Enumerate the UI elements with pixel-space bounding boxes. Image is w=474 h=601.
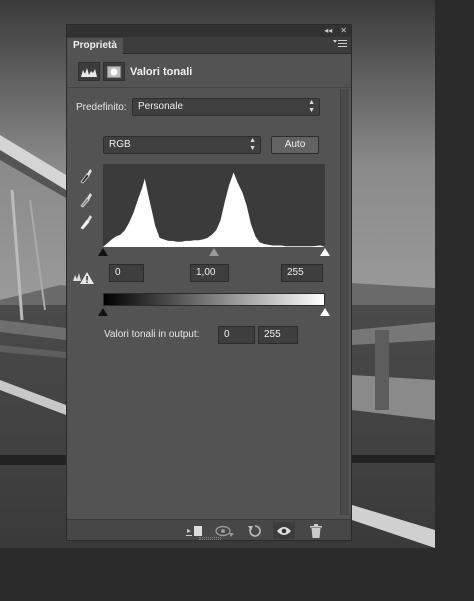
histogram-series [103,172,325,247]
output-label: Valori tonali in output: [104,329,200,340]
preset-value: Personale [138,101,184,112]
reset-icon[interactable] [244,522,266,539]
levels-adjustment-icon[interactable] [78,62,100,81]
close-icon[interactable]: ✕ [340,25,347,37]
output-white-field[interactable]: 255 [258,326,298,344]
adjustment-header: Valori tonali [67,55,351,88]
properties-panel: ◂◂ ✕ Proprietà Valori tonali Predefinito… [66,24,352,541]
white-point-slider-handle[interactable] [320,248,330,256]
panel-menu-icon[interactable] [333,39,347,50]
preset-dropdown[interactable]: Personale ▲ ▼ [132,98,320,116]
channel-value: RGB [109,139,131,150]
output-white-slider-handle[interactable] [320,308,330,316]
visibility-eye-icon[interactable] [273,522,295,539]
preset-label: Predefinito: [76,102,127,113]
chevron-updown-icon: ▲ ▼ [308,99,315,114]
input-black-field[interactable]: 0 [109,264,144,282]
black-point-slider-handle[interactable] [98,248,108,256]
channel-dropdown[interactable]: RGB ▲ ▼ [103,136,261,154]
output-gradient-bar [103,293,325,306]
tab-properties[interactable]: Proprietà [67,38,123,54]
histogram [103,164,325,247]
panel-resize-grip[interactable] [199,537,221,540]
panel-tabbar: Proprietà [67,37,351,54]
output-black-field[interactable]: 0 [218,326,255,344]
panel-scrollbar[interactable] [340,89,349,515]
collapse-icon[interactable]: ◂◂ [324,25,332,37]
panel-titlebar: ◂◂ ✕ [67,25,351,37]
trash-icon[interactable] [305,522,327,539]
black-point-eyedropper-icon[interactable] [78,167,94,184]
white-point-eyedropper-icon[interactable] [78,213,94,230]
input-levels-slider[interactable] [98,247,330,257]
chevron-updown-icon: ▲ ▼ [249,137,256,152]
histogram-chart [103,172,325,247]
input-white-field[interactable]: 255 [281,264,323,282]
mask-icon[interactable] [103,62,125,81]
auto-button[interactable]: Auto [271,136,319,154]
gamma-slider-handle[interactable] [209,248,219,256]
adjustment-title: Valori tonali [130,66,193,78]
output-levels-slider[interactable] [98,307,330,317]
gray-point-eyedropper-icon[interactable] [78,191,94,208]
histogram-warning-icon[interactable] [73,271,95,285]
input-gamma-field[interactable]: 1,00 [190,264,229,282]
output-black-slider-handle[interactable] [98,308,108,316]
